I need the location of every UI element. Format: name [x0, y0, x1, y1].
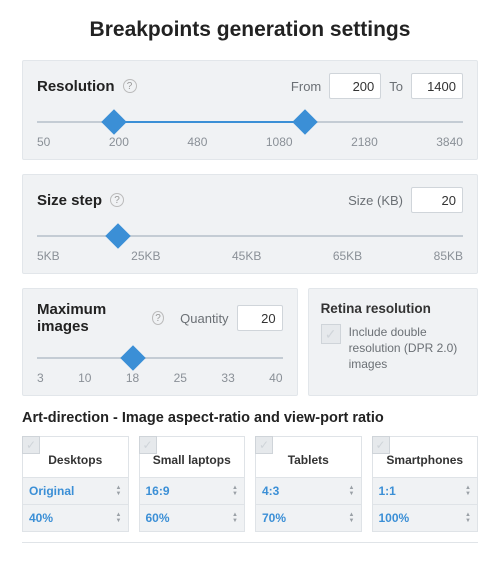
stepper-icon: ▲▼ [349, 512, 355, 524]
aspect-ratio-value: 1:1 [379, 484, 396, 498]
tick-label: 1080 [266, 135, 293, 149]
retina-description: Include double resolution (DPR 2.0) imag… [349, 324, 465, 373]
viewport-ratio-stepper[interactable]: 100% ▲▼ [373, 504, 478, 531]
aspect-ratio-stepper[interactable]: Original ▲▼ [23, 477, 128, 504]
viewport-ratio-value: 60% [146, 511, 170, 525]
card-checkbox[interactable]: ✓ [139, 436, 157, 454]
max-images-ticks: 3 10 18 25 33 40 [37, 371, 283, 385]
slider-handle[interactable] [101, 109, 126, 134]
page-title: Breakpoints generation settings [22, 18, 478, 42]
resolution-to-input[interactable] [411, 73, 463, 99]
slider-handle[interactable] [120, 345, 145, 370]
resolution-slider[interactable] [37, 113, 463, 131]
size-step-slider[interactable] [37, 227, 463, 245]
stepper-icon: ▲▼ [465, 512, 471, 524]
device-card: ✓Tablets4:3▲▼70%▲▼ [255, 436, 362, 532]
tick-label: 33 [221, 371, 234, 385]
tick-label: 50 [37, 135, 50, 149]
aspect-ratio-stepper[interactable]: 4:3 ▲▼ [256, 477, 361, 504]
size-step-ticks: 5KB 25KB 45KB 65KB 85KB [37, 249, 463, 263]
art-direction-cards: ✓DesktopsOriginal▲▼40%▲▼✓Small laptops16… [22, 436, 478, 532]
tick-label: 18 [126, 371, 139, 385]
aspect-ratio-value: 4:3 [262, 484, 279, 498]
tick-label: 25KB [131, 249, 160, 263]
card-checkbox[interactable]: ✓ [372, 436, 390, 454]
stepper-icon: ▲▼ [232, 485, 238, 497]
check-icon: ✓ [259, 438, 269, 452]
resolution-from-input[interactable] [329, 73, 381, 99]
max-images-panel: Maximum images ? Quantity 3 10 18 25 33 40 [22, 288, 298, 396]
viewport-ratio-stepper[interactable]: 70% ▲▼ [256, 504, 361, 531]
viewport-ratio-value: 40% [29, 511, 53, 525]
help-icon[interactable]: ? [152, 311, 164, 325]
device-card: ✓Smartphones1:1▲▼100%▲▼ [372, 436, 479, 532]
help-icon[interactable]: ? [110, 193, 124, 207]
aspect-ratio-stepper[interactable]: 16:9 ▲▼ [140, 477, 245, 504]
tick-label: 85KB [434, 249, 463, 263]
from-label: From [291, 79, 321, 94]
tick-label: 45KB [232, 249, 261, 263]
resolution-panel: Resolution ? From To 50 200 480 1080 2180 384… [22, 60, 478, 160]
stepper-icon: ▲▼ [116, 485, 122, 497]
check-icon: ✓ [325, 326, 337, 343]
tick-label: 25 [174, 371, 187, 385]
slider-handle[interactable] [105, 223, 130, 248]
tick-label: 3840 [436, 135, 463, 149]
device-card: ✓Small laptops16:9▲▼60%▲▼ [139, 436, 246, 532]
tick-label: 40 [269, 371, 282, 385]
viewport-ratio-stepper[interactable]: 40% ▲▼ [23, 504, 128, 531]
tick-label: 200 [109, 135, 129, 149]
resolution-ticks: 50 200 480 1080 2180 3840 [37, 135, 463, 149]
aspect-ratio-stepper[interactable]: 1:1 ▲▼ [373, 477, 478, 504]
tick-label: 10 [78, 371, 91, 385]
max-images-input[interactable] [237, 305, 283, 331]
viewport-ratio-value: 70% [262, 511, 286, 525]
check-icon: ✓ [142, 438, 152, 452]
max-images-slider[interactable] [37, 349, 283, 367]
stepper-icon: ▲▼ [349, 485, 355, 497]
card-checkbox[interactable]: ✓ [255, 436, 273, 454]
device-card: ✓DesktopsOriginal▲▼40%▲▼ [22, 436, 129, 532]
viewport-ratio-value: 100% [379, 511, 410, 525]
card-checkbox[interactable]: ✓ [22, 436, 40, 454]
stepper-icon: ▲▼ [465, 485, 471, 497]
max-images-label: Maximum images [37, 301, 144, 335]
retina-panel: Retina resolution ✓ Include double resol… [308, 288, 478, 396]
check-icon: ✓ [26, 438, 36, 452]
size-step-panel: Size step ? Size (KB) 5KB 25KB 45KB 65KB 85K… [22, 174, 478, 274]
resolution-label: Resolution [37, 78, 115, 95]
size-step-label: Size step [37, 192, 102, 209]
tick-label: 5KB [37, 249, 60, 263]
aspect-ratio-value: 16:9 [146, 484, 170, 498]
tick-label: 2180 [351, 135, 378, 149]
help-icon[interactable]: ? [123, 79, 137, 93]
aspect-ratio-value: Original [29, 484, 74, 498]
stepper-icon: ▲▼ [232, 512, 238, 524]
divider [22, 542, 478, 543]
size-label: Size (KB) [348, 193, 403, 208]
retina-checkbox[interactable]: ✓ [321, 324, 341, 344]
tick-label: 65KB [333, 249, 362, 263]
retina-title: Retina resolution [321, 301, 465, 316]
quantity-label: Quantity [180, 311, 228, 326]
check-icon: ✓ [375, 438, 385, 452]
tick-label: 3 [37, 371, 44, 385]
tick-label: 480 [187, 135, 207, 149]
size-step-input[interactable] [411, 187, 463, 213]
art-direction-title: Art-direction - Image aspect-ratio and v… [22, 410, 478, 426]
to-label: To [389, 79, 403, 94]
viewport-ratio-stepper[interactable]: 60% ▲▼ [140, 504, 245, 531]
slider-handle[interactable] [293, 109, 318, 134]
stepper-icon: ▲▼ [116, 512, 122, 524]
